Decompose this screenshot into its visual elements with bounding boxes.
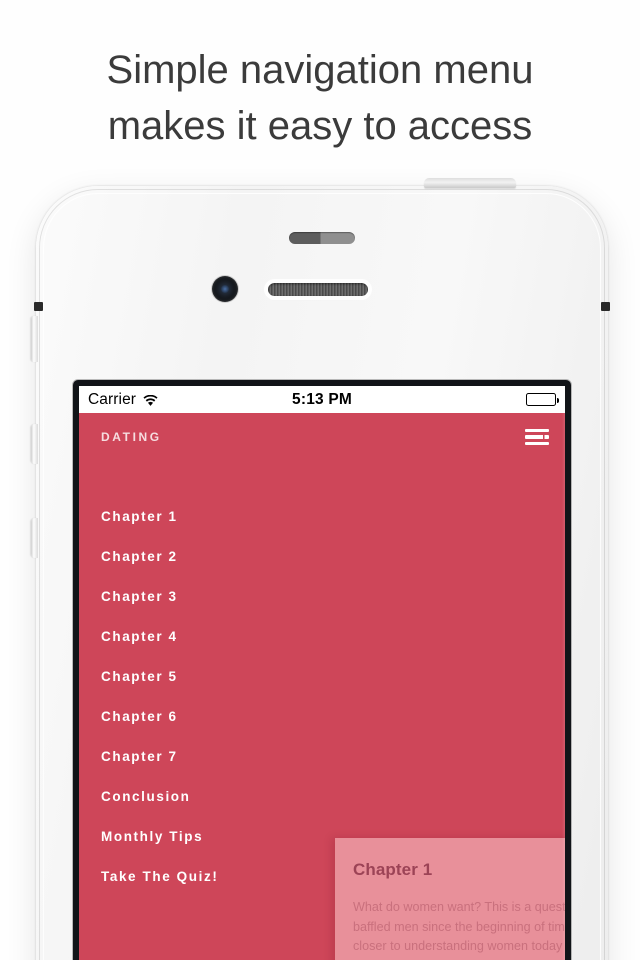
volume-up-button[interactable] [31,424,38,464]
content-panel-title: Chapter 1 [353,860,433,879]
carrier-label: Carrier [88,390,137,408]
antenna-band-left [34,302,43,311]
app-bar: DATING [79,413,565,461]
phone-device: Carrier 5:13 PM DATING Chapter 1 Chapter… [31,178,610,960]
nav-item-chapter-7[interactable]: Chapter 7 [79,737,565,777]
earpiece-speaker-icon [268,283,368,296]
nav-item-conclusion[interactable]: Conclusion [79,777,565,817]
camera-lens-icon [212,276,238,302]
status-bar-right [352,393,560,406]
nav-item-chapter-3[interactable]: Chapter 3 [79,577,565,617]
nav-item-chapter-2[interactable]: Chapter 2 [79,537,565,577]
content-panel[interactable]: Chapter 1 What do women want? This is a … [335,838,565,960]
content-paragraph: What do women want? This is a question t… [353,900,565,960]
wifi-icon [143,394,158,406]
hamburger-menu-icon[interactable] [525,428,549,446]
screen-bezel: Carrier 5:13 PM DATING Chapter 1 Chapter… [73,380,571,960]
page-root: Simple navigation menu makes it easy to … [0,0,640,960]
phone-screen: Carrier 5:13 PM DATING Chapter 1 Chapter… [79,386,565,960]
status-bar: Carrier 5:13 PM [79,386,565,413]
hamburger-bar-top [525,428,549,432]
nav-item-chapter-1[interactable]: Chapter 1 [79,497,565,537]
nav-item-chapter-6[interactable]: Chapter 6 [79,697,565,737]
status-bar-left: Carrier [88,391,292,409]
hamburger-bar-middle [525,435,549,439]
hamburger-bar-bottom [525,442,549,446]
battery-full-icon [526,393,560,406]
nav-item-chapter-4[interactable]: Chapter 4 [79,617,565,657]
clock-label: 5:13 PM [292,390,352,408]
power-button[interactable] [424,178,516,188]
antenna-band-right [601,302,610,311]
page-title-line-2: makes it easy to access [107,104,533,148]
page-title-line-1: Simple navigation menu [106,48,534,92]
nav-item-chapter-5[interactable]: Chapter 5 [79,657,565,697]
volume-down-button[interactable] [31,518,38,558]
proximity-sensor-icon [289,232,355,244]
mute-switch-button[interactable] [31,316,38,362]
page-title: Simple navigation menu makes it easy to … [0,42,640,154]
app-title: DATING [101,430,162,444]
